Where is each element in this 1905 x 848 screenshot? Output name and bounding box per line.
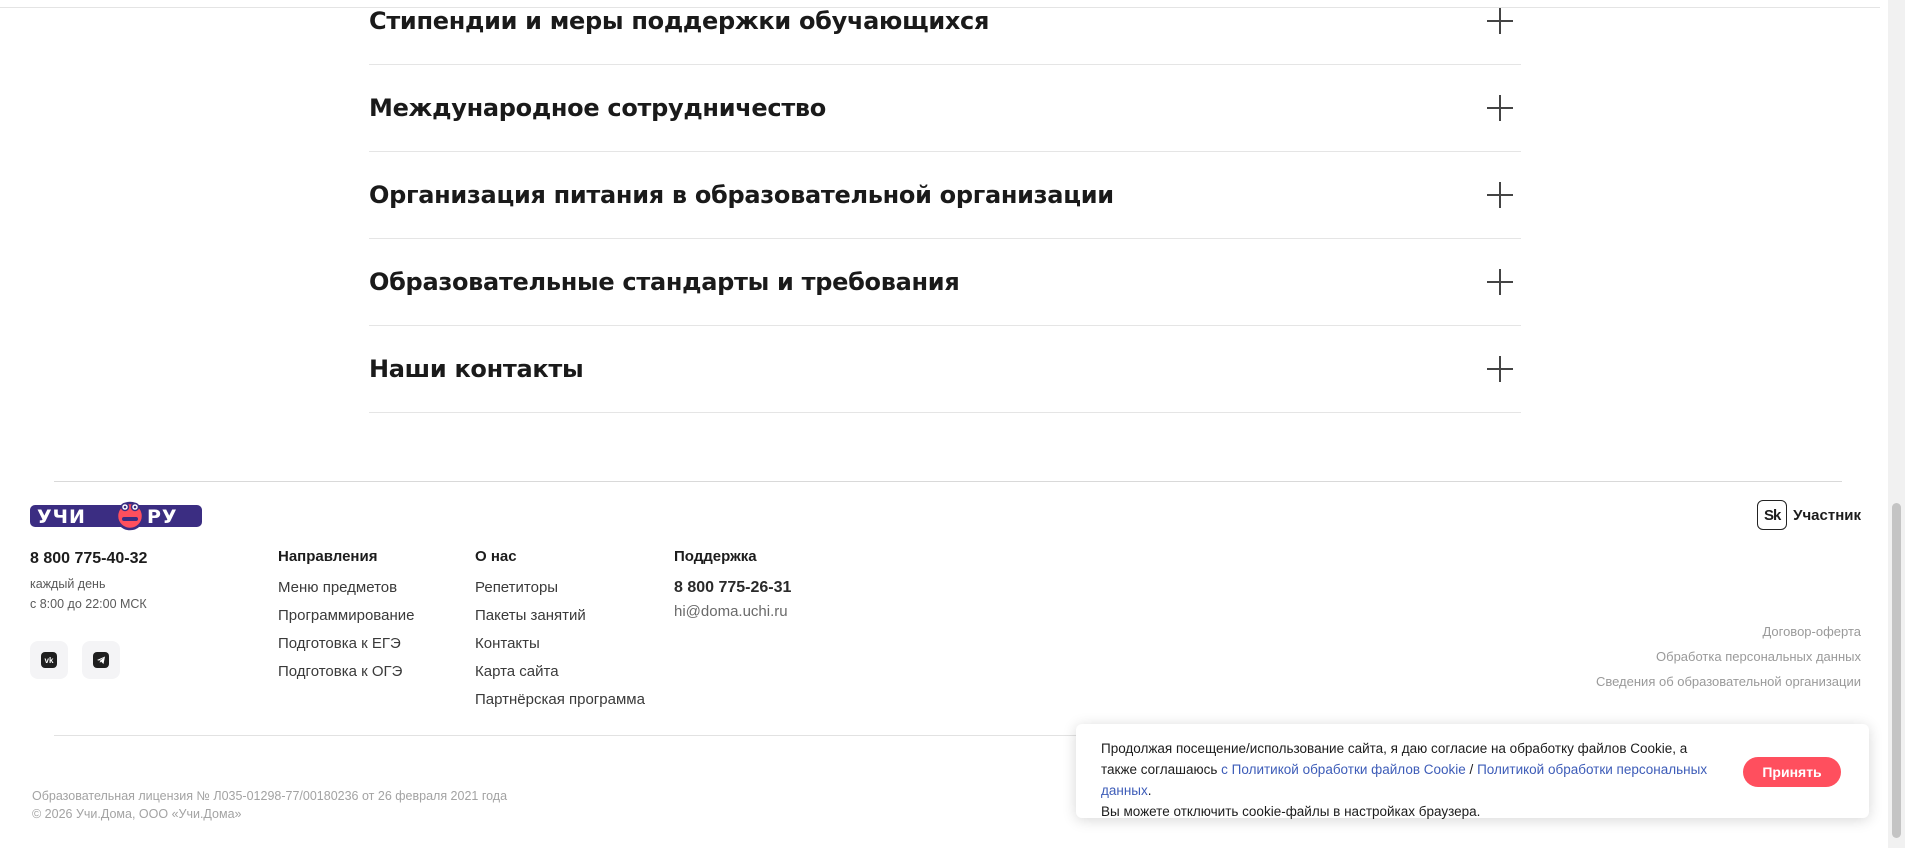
skolkovo-badge[interactable]: Sk Участник xyxy=(1757,500,1861,530)
footer-link[interactable]: Подготовка к ЕГЭ xyxy=(278,635,414,653)
accordion-item-contacts[interactable]: Наши контакты xyxy=(369,326,1521,413)
footer-link[interactable]: Подготовка к ОГЭ xyxy=(278,663,414,681)
cookie-text-line3: Вы можете отключить cookie-файлы в настр… xyxy=(1101,804,1481,819)
footer-phone[interactable]: 8 800 775-40-32 xyxy=(30,550,147,568)
footer-link[interactable]: Программирование xyxy=(278,607,414,625)
cookie-text-part2: . xyxy=(1147,783,1152,798)
skolkovo-label: Участник xyxy=(1793,506,1861,524)
accordion-item-scholarships[interactable]: Стипендии и меры поддержки обучающихся xyxy=(369,0,1521,65)
footer-divider xyxy=(54,481,1842,482)
accept-cookie-button[interactable]: Принять xyxy=(1743,757,1841,787)
footer-column-directions: Направления Меню предметов Программирова… xyxy=(278,548,414,691)
plus-icon[interactable] xyxy=(1487,8,1513,34)
license-text: Образовательная лицензия № Л035-01298-77… xyxy=(32,789,508,803)
plus-icon[interactable] xyxy=(1487,182,1513,208)
logo-graphic: УЧИ РУ xyxy=(30,501,202,531)
accordion-item-title: Стипендии и меры поддержки обучающихся xyxy=(369,7,990,35)
plus-icon[interactable] xyxy=(1487,269,1513,295)
footer-column-support: Поддержка 8 800 775-26-31 hi@doma.uchi.r… xyxy=(674,548,791,620)
cookie-banner: Продолжая посещение/использование сайта,… xyxy=(1076,724,1869,819)
plus-icon[interactable] xyxy=(1487,356,1513,382)
footer-link[interactable]: Карта сайта xyxy=(475,663,645,681)
vk-icon: vk xyxy=(41,652,57,668)
skolkovo-icon: Sk xyxy=(1757,500,1788,530)
footer-column-about: О нас Репетиторы Пакеты занятий Контакты… xyxy=(475,548,645,719)
accordion: Стипендии и меры поддержки обучающихся М… xyxy=(369,0,1521,413)
accordion-item-title: Образовательные стандарты и требования xyxy=(369,268,960,296)
footer-link[interactable]: Пакеты занятий xyxy=(475,607,645,625)
page: Стипендии и меры поддержки обучающихся М… xyxy=(0,0,1905,848)
logo[interactable]: УЧИ РУ xyxy=(30,496,202,536)
accordion-item-title: Наши контакты xyxy=(369,355,584,383)
support-phone[interactable]: 8 800 775-26-31 xyxy=(674,579,791,597)
svg-text:УЧИ: УЧИ xyxy=(37,506,86,528)
cookie-separator: / xyxy=(1465,762,1478,777)
footer-link[interactable]: Партнёрская программа xyxy=(475,691,645,709)
accordion-item-international[interactable]: Международное сотрудничество xyxy=(369,65,1521,152)
footer-link[interactable]: Контакты xyxy=(475,635,645,653)
cookie-policy-link[interactable]: с Политикой обработки файлов Cookie xyxy=(1221,762,1466,777)
scrollbar-thumb[interactable] xyxy=(1892,503,1901,838)
vk-button[interactable]: vk xyxy=(30,641,68,679)
cookie-text: Продолжая посещение/использование сайта,… xyxy=(1101,738,1721,822)
footer-link[interactable]: Меню предметов xyxy=(278,579,414,597)
legal-links: Договор-оферта Обработка персональных да… xyxy=(1596,623,1861,698)
legal-link-org-info[interactable]: Сведения об образовательной организации xyxy=(1596,673,1861,690)
accordion-item-catering[interactable]: Организация питания в образовательной ор… xyxy=(369,152,1521,239)
legal-link-offer[interactable]: Договор-оферта xyxy=(1596,623,1861,640)
working-hours-time: с 8:00 до 22:00 МСК xyxy=(30,597,147,611)
legal-link-personal-data[interactable]: Обработка персональных данных xyxy=(1596,648,1861,665)
accordion-item-title: Организация питания в образовательной ор… xyxy=(369,181,1114,209)
copyright-text: © 2026 Учи.Дома, ООО «Учи.Дома» xyxy=(32,807,242,821)
column-heading: О нас xyxy=(475,548,517,565)
column-heading: Направления xyxy=(278,548,378,565)
accordion-item-standards[interactable]: Образовательные стандарты и требования xyxy=(369,239,1521,326)
support-email[interactable]: hi@doma.uchi.ru xyxy=(674,603,791,620)
telegram-icon xyxy=(93,652,109,668)
telegram-button[interactable] xyxy=(82,641,120,679)
svg-text:РУ: РУ xyxy=(147,506,178,528)
scrollbar[interactable] xyxy=(1888,0,1905,848)
column-heading: Поддержка xyxy=(674,548,757,565)
working-hours-days: каждый день xyxy=(30,577,106,591)
footer-link[interactable]: Репетиторы xyxy=(475,579,645,597)
plus-icon[interactable] xyxy=(1487,95,1513,121)
accordion-item-title: Международное сотрудничество xyxy=(369,94,826,122)
